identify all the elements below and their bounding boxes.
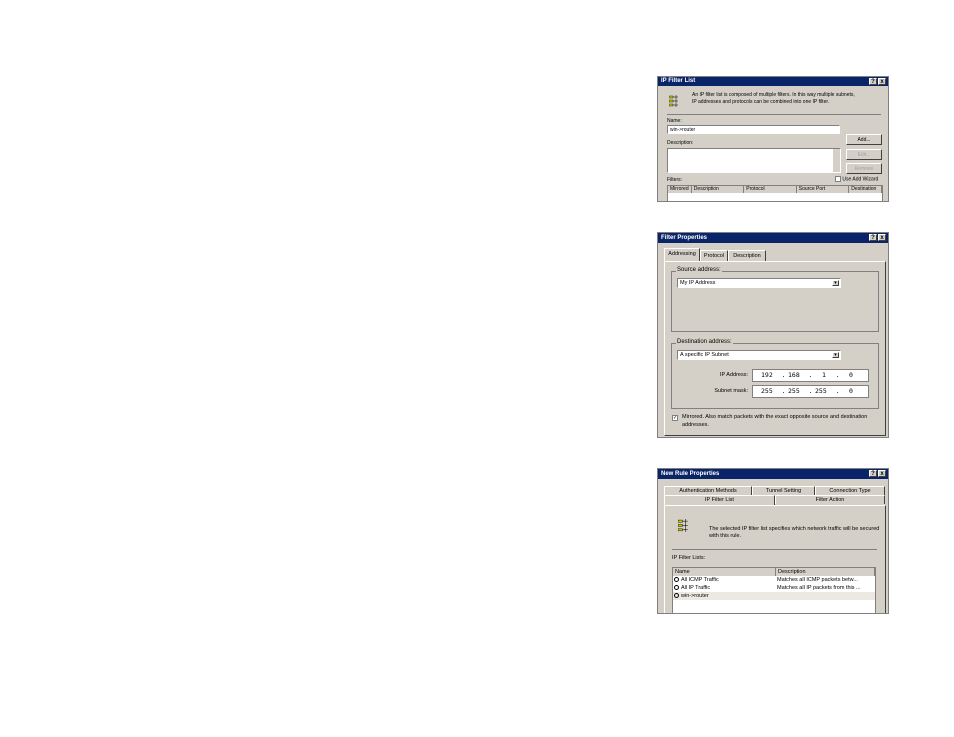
subnet-mask-label: Subnet mask:	[714, 388, 748, 394]
close-button[interactable]: x	[878, 470, 886, 477]
filters-list[interactable]: Mirrored Description Protocol Source Por…	[667, 185, 883, 201]
mask-dot: .	[808, 387, 813, 395]
destination-label: Destination address:	[676, 339, 733, 345]
use-wizard-label: Use Add Wizard	[842, 176, 879, 183]
list-item-description	[775, 592, 875, 600]
rule-tabs-row1: Authentication Methods Tunnel Setting Co…	[664, 486, 885, 495]
tab-filter-action[interactable]: Filter Action	[775, 495, 885, 504]
list-item-name: All IP Traffic	[681, 585, 711, 591]
ip-dot: .	[835, 371, 840, 379]
col-mirrored[interactable]: Mirrored	[668, 186, 692, 193]
help-button[interactable]: ?	[869, 470, 877, 477]
use-wizard-checkbox[interactable]	[835, 176, 841, 182]
mask-octet-3[interactable]: 255	[815, 386, 833, 397]
list-item-name: All ICMP Traffic	[681, 577, 719, 583]
radio-button[interactable]	[674, 577, 679, 583]
separator	[667, 114, 881, 115]
radio-button[interactable]	[674, 593, 679, 599]
tab-addressing[interactable]: Addressing	[664, 248, 700, 261]
ip-filter-lists-table[interactable]: Name Description All ICMP Traffic Matche…	[672, 567, 876, 613]
tab-authentication-methods[interactable]: Authentication Methods	[664, 486, 752, 495]
ip-octet-4[interactable]: 0	[842, 370, 860, 381]
window-title: Filter Properties	[661, 235, 708, 241]
radio-button[interactable]	[674, 585, 679, 591]
list-item[interactable]: All ICMP Traffic Matches all ICMP packet…	[673, 576, 875, 584]
list-item-name: win->router	[681, 593, 709, 599]
ip-dot: .	[808, 371, 813, 379]
add-button[interactable]: Add...	[846, 134, 882, 145]
chevron-down-icon[interactable]: ▾	[832, 280, 839, 286]
col-description[interactable]: Description	[692, 186, 745, 193]
col-source-port[interactable]: Source Port	[797, 186, 850, 193]
window-title: IP Filter List	[661, 78, 696, 84]
intro-text: The selected IP filter list specifies wh…	[709, 526, 880, 539]
mask-dot: .	[835, 387, 840, 395]
filters-list-header: Mirrored Description Protocol Source Por…	[668, 186, 882, 193]
ip-dot: .	[781, 371, 786, 379]
subnet-mask-field[interactable]: 255 . 255 . 255 . 0	[752, 385, 869, 398]
source-dropdown[interactable]: My IP Address ▾	[677, 278, 841, 288]
mask-dot: .	[781, 387, 786, 395]
col-destination[interactable]: Destination	[849, 186, 882, 193]
intro-text: An IP filter list is composed of multipl…	[692, 92, 855, 105]
mask-octet-1[interactable]: 255	[761, 386, 779, 397]
description-label: Description:	[667, 140, 694, 146]
filter-tabs: Addressing Protocol Description	[664, 248, 766, 261]
filter-list-icon	[678, 519, 688, 532]
edit-button[interactable]: Edit...	[846, 149, 882, 160]
ip-filter-list-titlebar: IP Filter List ? x	[658, 77, 888, 86]
col-protocol[interactable]: Protocol	[744, 186, 797, 193]
source-value: My IP Address	[680, 280, 716, 286]
use-wizard-option[interactable]: Use Add Wizard	[835, 176, 878, 182]
name-label: Name:	[667, 118, 682, 124]
destination-value: A specific IP Subnet	[680, 352, 729, 358]
help-button[interactable]: ?	[869, 234, 877, 241]
col-name[interactable]: Name	[673, 568, 776, 576]
source-label: Source address:	[676, 267, 722, 273]
new-rule-properties-window: New Rule Properties ? x Authentication M…	[657, 468, 889, 614]
mirrored-label: Mirrored. Also match packets with the ex…	[682, 414, 868, 428]
list-item-description: Matches all ICMP packets betw...	[776, 577, 858, 583]
ip-filter-lists-header: Name Description	[673, 568, 875, 576]
filters-label: Filters:	[667, 177, 682, 183]
description-field[interactable]	[667, 148, 841, 173]
tab-connection-type[interactable]: Connection Type	[815, 486, 885, 495]
filter-list-icon	[669, 95, 678, 107]
mirrored-option[interactable]: ✓ Mirrored. Also match packets with the …	[672, 414, 872, 429]
chevron-down-icon[interactable]: ▾	[832, 352, 839, 358]
tab-description[interactable]: Description	[728, 250, 766, 261]
close-button[interactable]: x	[878, 78, 886, 85]
help-button[interactable]: ?	[869, 78, 877, 85]
list-item-description: Matches all IP packets from this ...	[776, 585, 861, 591]
close-button[interactable]: x	[878, 234, 886, 241]
tab-protocol[interactable]: Protocol	[700, 250, 728, 261]
destination-dropdown[interactable]: A specific IP Subnet ▾	[677, 350, 841, 360]
description-scrollbar[interactable]	[833, 149, 840, 172]
ip-octet-2[interactable]: 168	[788, 370, 806, 381]
ip-octet-1[interactable]: 192	[761, 370, 779, 381]
new-rule-titlebar: New Rule Properties ? x	[658, 469, 888, 479]
ip-filter-lists-label: IP Filter Lists:	[672, 555, 706, 561]
ip-address-field[interactable]: 192 . 168 . 1 . 0	[752, 369, 869, 382]
ip-filter-list-window: IP Filter List ? x An IP filter list is …	[657, 76, 889, 202]
window-title: New Rule Properties	[661, 471, 720, 477]
ip-octet-3[interactable]: 1	[815, 370, 833, 381]
remove-button[interactable]: Remove	[846, 163, 882, 174]
ip-address-label: IP Address:	[719, 372, 748, 378]
mask-octet-2[interactable]: 255	[788, 386, 806, 397]
mask-octet-4[interactable]: 0	[842, 386, 860, 397]
list-item[interactable]: win->router	[673, 592, 875, 600]
separator	[672, 549, 877, 550]
tab-tunnel-setting[interactable]: Tunnel Setting	[752, 486, 815, 495]
name-field[interactable]: win->router	[667, 125, 840, 134]
filter-properties-titlebar: Filter Properties ? x	[658, 233, 888, 243]
mirrored-checkbox[interactable]: ✓	[672, 415, 678, 421]
col-description[interactable]: Description	[776, 568, 875, 576]
list-item[interactable]: All IP Traffic Matches all IP packets fr…	[673, 584, 875, 592]
filter-properties-window: Filter Properties ? x Addressing Protoco…	[657, 232, 889, 438]
